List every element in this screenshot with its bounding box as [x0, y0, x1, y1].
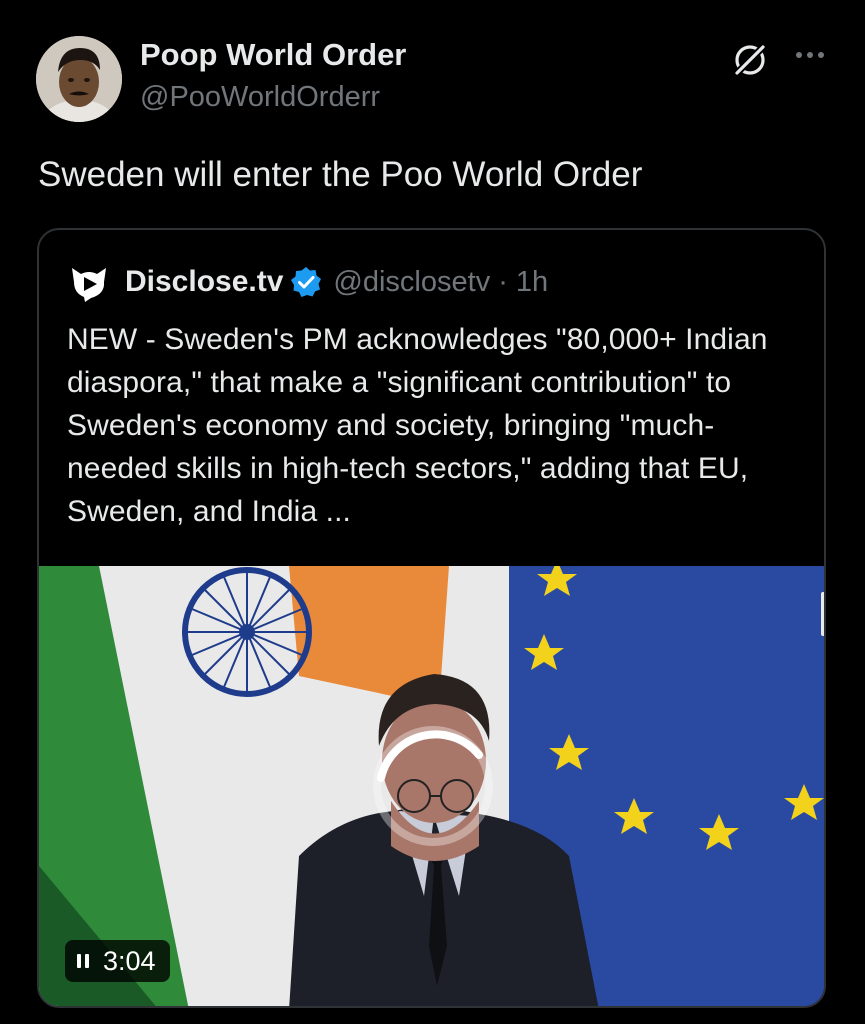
pause-icon[interactable]: [77, 954, 89, 968]
quote-author-handle[interactable]: @disclosetv: [333, 266, 490, 299]
grok-icon[interactable]: [730, 40, 770, 80]
author-handle[interactable]: @PooWorldOrderr: [140, 78, 406, 116]
more-options-icon[interactable]: [790, 40, 830, 70]
verified-icon: [291, 267, 322, 297]
disclose-tv-logo-icon: [72, 268, 106, 302]
author-display-name[interactable]: Poop World Order: [140, 36, 406, 74]
quote-author-name[interactable]: Disclose.tv: [125, 265, 283, 299]
author-info[interactable]: Poop World Order @PooWorldOrderr: [140, 36, 406, 116]
pause-bar: [77, 954, 81, 968]
user-avatar[interactable]: [36, 36, 122, 122]
loading-spinner-icon: [373, 726, 493, 846]
pause-bar: [85, 954, 89, 968]
quote-tweet-card[interactable]: Disclose.tv @disclosetv · 1h NEW - Swede…: [37, 228, 826, 1008]
quote-header[interactable]: Disclose.tv @disclosetv · 1h: [67, 260, 548, 304]
video-duration-badge[interactable]: 3:04: [65, 940, 170, 982]
quote-text: NEW - Sweden's PM acknowledges "80,000+ …: [67, 323, 768, 528]
tweet-text: Sweden will enter the Poo World Order: [38, 155, 643, 194]
video-duration: 3:04: [103, 946, 156, 976]
more-dot: [807, 52, 813, 58]
more-dot: [796, 52, 802, 58]
video-player[interactable]: 3:04: [39, 566, 824, 1006]
separator-dot: ·: [498, 265, 508, 298]
quote-timestamp[interactable]: 1h: [516, 266, 548, 299]
tweet: Poop World Order @PooWorldOrderr Sweden …: [0, 0, 865, 1024]
more-dot: [818, 52, 824, 58]
